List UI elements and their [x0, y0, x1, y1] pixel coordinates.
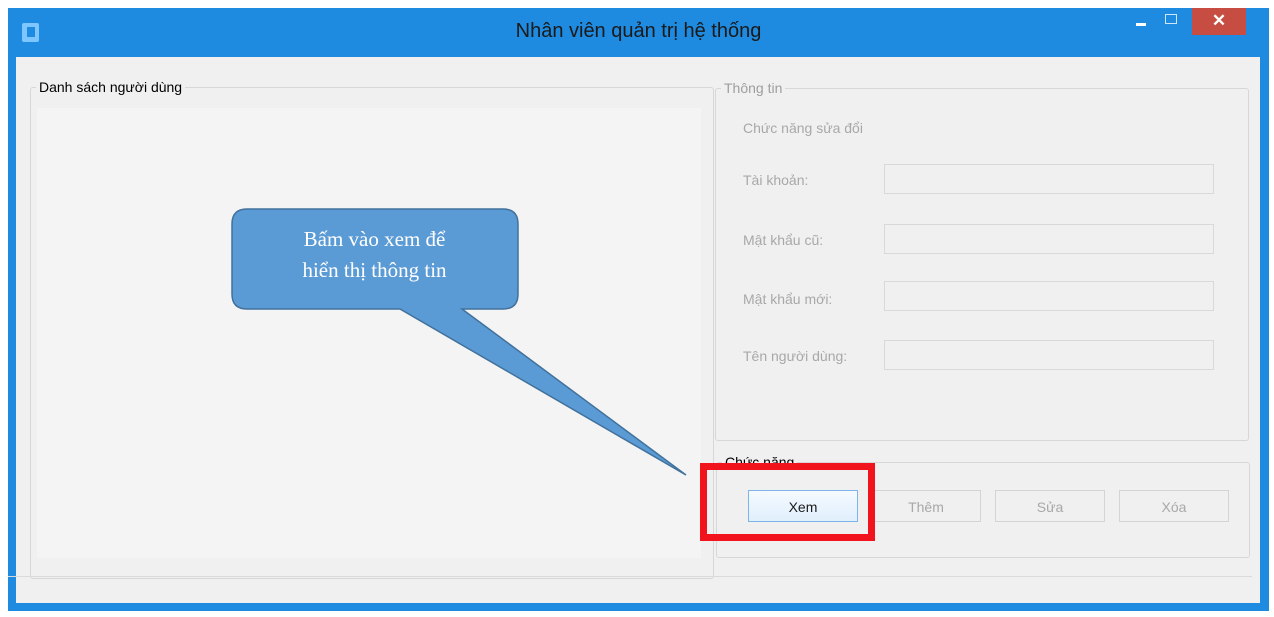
callout-text: Bấm vào xem để hiển thị thông tin: [233, 224, 516, 286]
callout-line-2: hiển thị thông tin: [302, 258, 447, 282]
highlight-box: [700, 463, 875, 541]
callout-line-1: Bấm vào xem để: [303, 227, 446, 251]
callout-shape: [231, 208, 687, 476]
